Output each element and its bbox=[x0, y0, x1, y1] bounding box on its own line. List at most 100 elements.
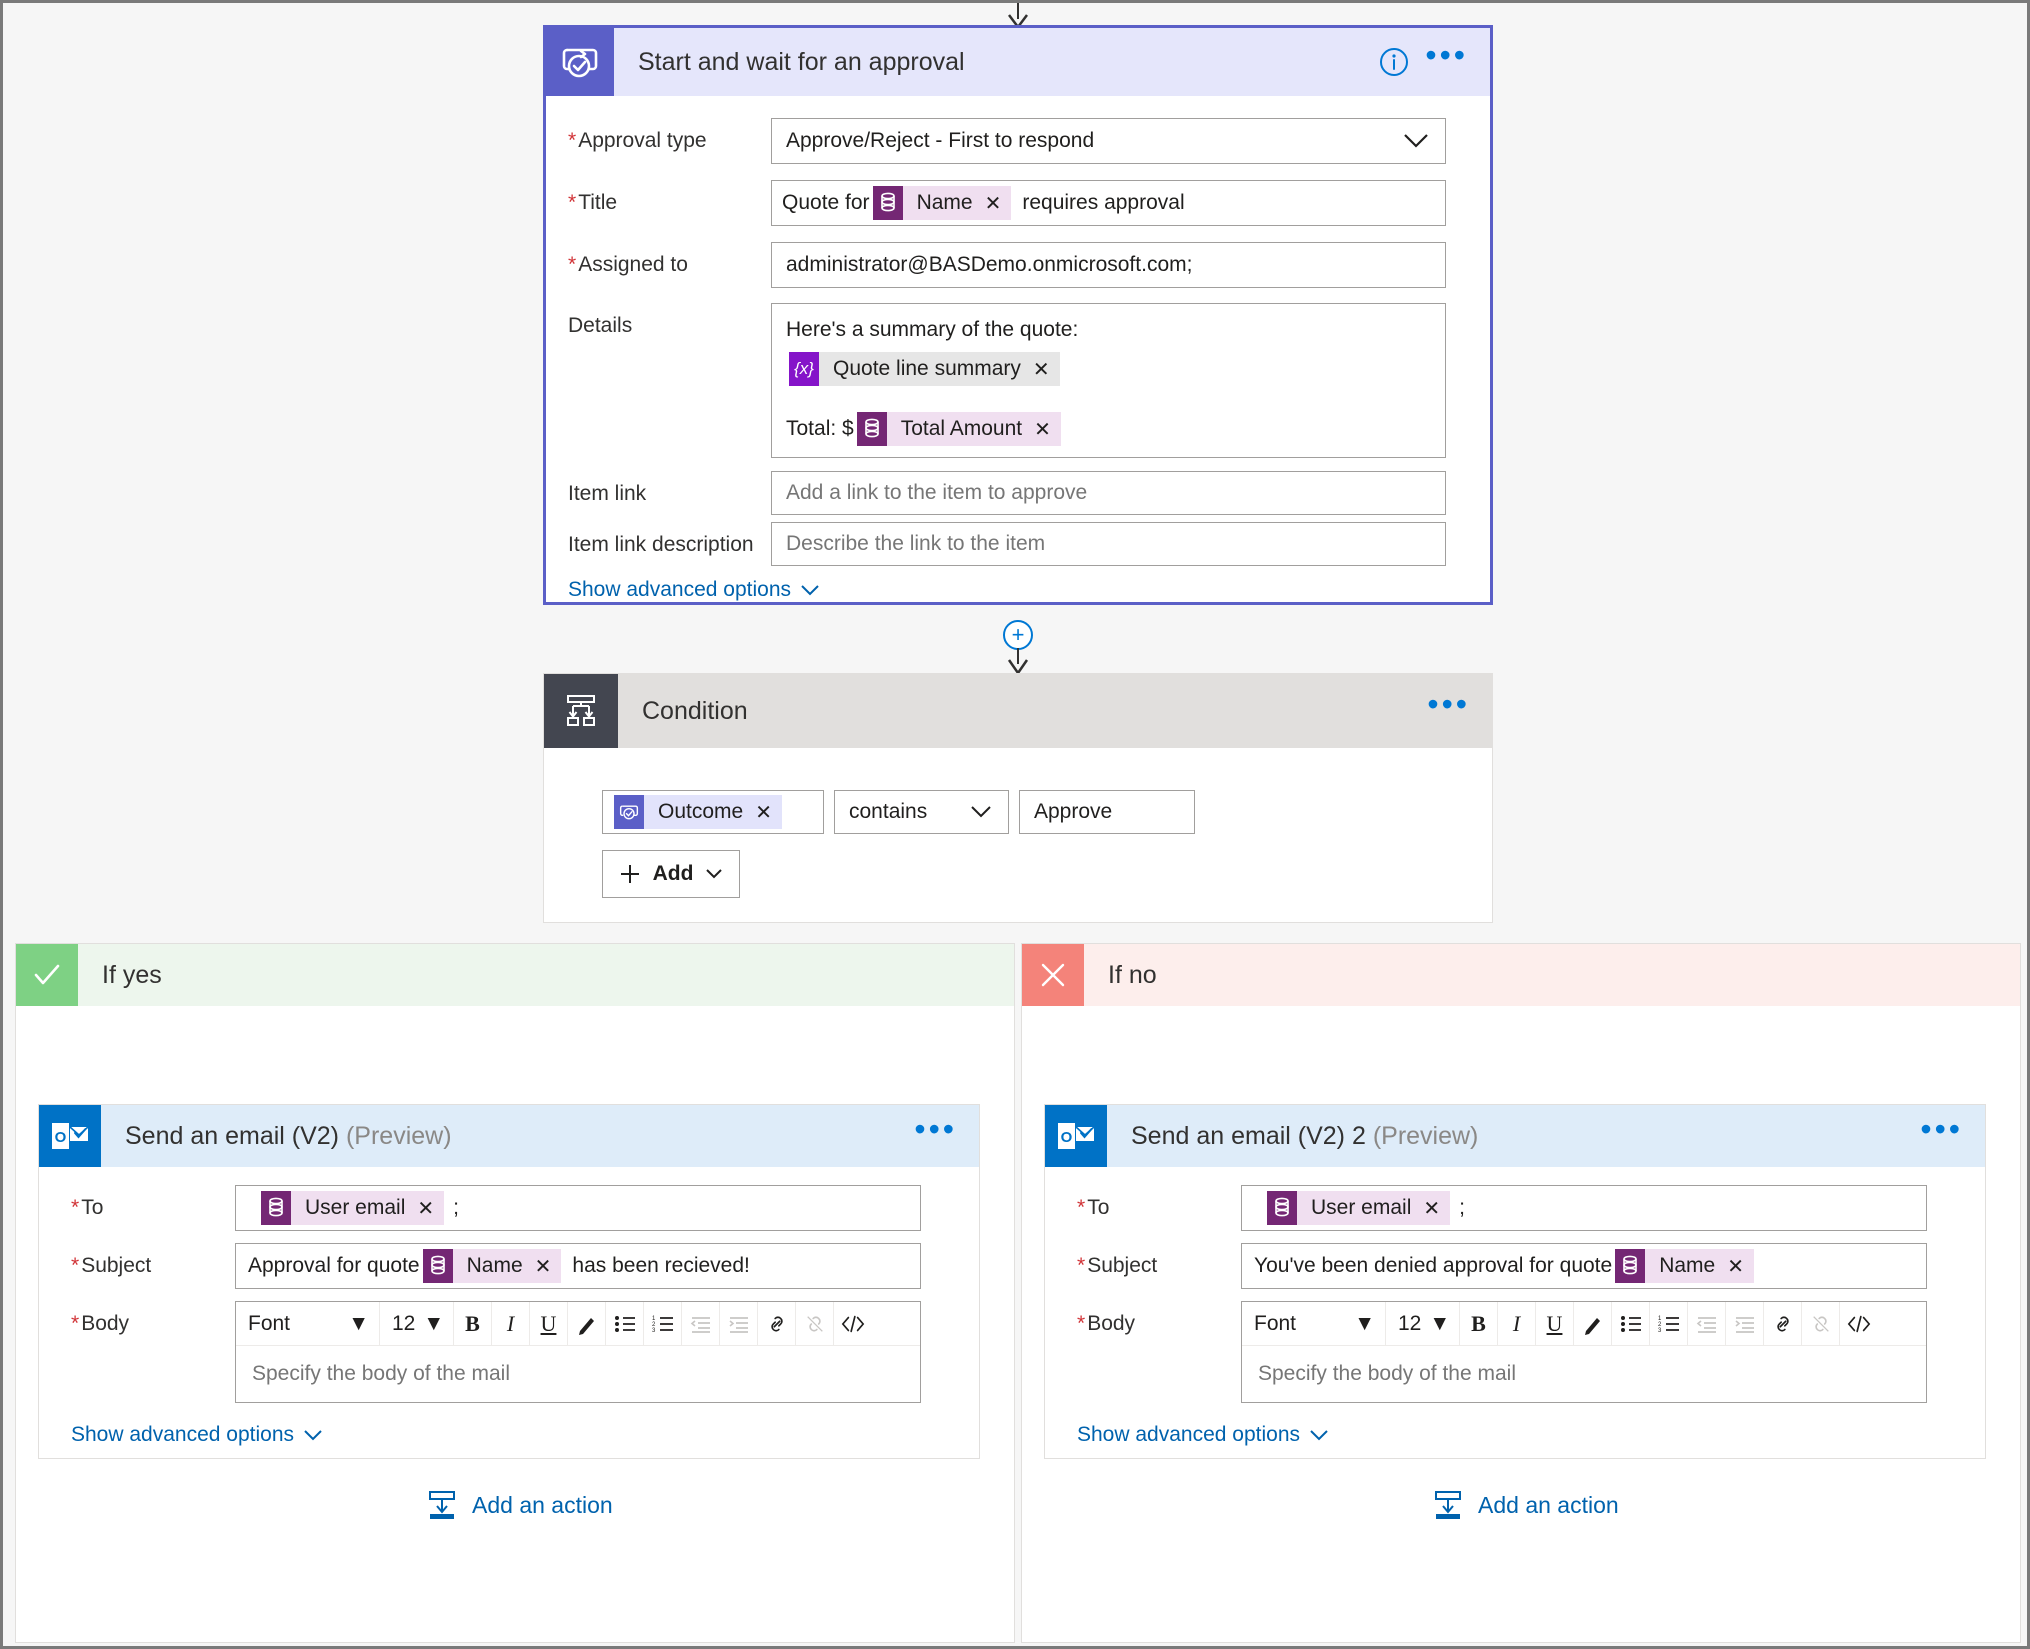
approval-type-select[interactable]: Approve/Reject - First to respond bbox=[771, 118, 1446, 164]
token-remove-button[interactable]: ✕ bbox=[755, 800, 772, 825]
token-remove-button[interactable]: ✕ bbox=[535, 1254, 552, 1279]
email-no-to-input[interactable]: User email ✕ ; bbox=[1241, 1185, 1927, 1231]
font-size-select[interactable]: 12 ▼ bbox=[1386, 1302, 1460, 1345]
email-yes-show-advanced-options-link[interactable]: Show advanced options bbox=[71, 1423, 323, 1447]
token-remove-button[interactable]: ✕ bbox=[1423, 1196, 1440, 1221]
token-user-email[interactable]: User email ✕ bbox=[261, 1191, 445, 1225]
token-name[interactable]: Name ✕ bbox=[422, 1249, 562, 1283]
condition-card-header[interactable]: Condition ••• bbox=[544, 674, 1492, 748]
code-view-icon[interactable] bbox=[1840, 1302, 1878, 1345]
details-line-2: Total: $ bbox=[786, 417, 854, 440]
send-email-no-header[interactable]: O Send an email (V2) 2 (Preview) ••• bbox=[1045, 1105, 1985, 1167]
approval-title-label: *Title bbox=[568, 191, 618, 214]
approval-title-input[interactable]: Quote for Name ✕ requires approval bbox=[771, 180, 1446, 226]
underline-icon[interactable]: U bbox=[1536, 1302, 1574, 1345]
approval-type-label: *Approval type bbox=[568, 129, 707, 152]
send-email-card-yes[interactable]: O Send an email (V2) (Preview) ••• *To U… bbox=[38, 1104, 980, 1459]
numbered-list-icon[interactable]: 123 bbox=[1650, 1302, 1688, 1345]
decrease-indent-icon[interactable] bbox=[682, 1302, 720, 1345]
item-link-description-label: Item link description bbox=[568, 533, 754, 556]
assigned-to-row: *Assigned to administrator@BASDemo.onmic… bbox=[546, 242, 1490, 288]
token-total-amount[interactable]: Total Amount ✕ bbox=[856, 412, 1061, 446]
bulleted-list-icon[interactable] bbox=[1612, 1302, 1650, 1345]
add-action-no-button[interactable]: Add an action bbox=[1432, 1489, 1619, 1521]
email-yes-to-input[interactable]: User email ✕ ; bbox=[235, 1185, 921, 1231]
condition-left-operand[interactable]: Outcome ✕ bbox=[602, 790, 824, 834]
details-input[interactable]: Here's a summary of the quote: {x} Quote… bbox=[771, 303, 1446, 458]
condition-right-value: Approve bbox=[1034, 800, 1113, 823]
bold-icon[interactable]: B bbox=[454, 1302, 492, 1345]
branch-if-no: If no O Send an email (V2) 2 (Preview) •… bbox=[1021, 943, 2021, 1643]
approval-more-options-button[interactable]: ••• bbox=[1425, 39, 1490, 76]
token-remove-button[interactable]: ✕ bbox=[985, 191, 1002, 216]
email-no-subject-input[interactable]: You've been denied approval for quote Na… bbox=[1241, 1243, 1927, 1289]
rich-text-toolbar[interactable]: Font ▼ 12 ▼ B I U 1 2 3 bbox=[1242, 1302, 1926, 1346]
item-link-row: Item link Add a link to the item to appr… bbox=[546, 471, 1490, 515]
condition-right-operand-input[interactable]: Approve bbox=[1019, 790, 1195, 834]
svg-text:3: 3 bbox=[652, 1328, 656, 1333]
details-label: Details bbox=[568, 314, 633, 337]
insert-step-button[interactable]: + bbox=[1003, 620, 1033, 650]
approval-action-card[interactable]: Start and wait for an approval ••• *Appr… bbox=[543, 25, 1493, 605]
text-color-icon[interactable] bbox=[1574, 1302, 1612, 1345]
email-no-show-advanced-options-link[interactable]: Show advanced options bbox=[1077, 1423, 1329, 1447]
increase-indent-icon[interactable] bbox=[720, 1302, 758, 1345]
token-user-email[interactable]: User email ✕ bbox=[1267, 1191, 1451, 1225]
add-action-no-label: Add an action bbox=[1478, 1491, 1619, 1518]
token-remove-button[interactable]: ✕ bbox=[1727, 1254, 1744, 1279]
token-remove-button[interactable]: ✕ bbox=[417, 1196, 434, 1221]
condition-add-button[interactable]: Add bbox=[602, 850, 740, 898]
svg-text:O: O bbox=[55, 1129, 67, 1146]
insert-link-icon[interactable] bbox=[1764, 1302, 1802, 1345]
chevron-down-icon bbox=[303, 1429, 323, 1442]
token-label: Name ✕ bbox=[1645, 1249, 1754, 1283]
token-remove-button[interactable]: ✕ bbox=[1034, 417, 1051, 442]
email-yes-body-editor[interactable]: Font ▼ 12 ▼ B I U 1 2 3 Specify the body… bbox=[235, 1301, 921, 1403]
email-yes-body-placeholder[interactable]: Specify the body of the mail bbox=[236, 1346, 920, 1402]
italic-icon[interactable]: I bbox=[492, 1302, 530, 1345]
info-icon[interactable] bbox=[1377, 45, 1411, 79]
token-label: User email ✕ bbox=[1297, 1191, 1451, 1225]
email-no-body-placeholder[interactable]: Specify the body of the mail bbox=[1242, 1346, 1926, 1402]
remove-link-icon[interactable] bbox=[1802, 1302, 1840, 1345]
token-outcome[interactable]: Outcome ✕ bbox=[614, 795, 782, 829]
add-action-yes-button[interactable]: Add an action bbox=[426, 1489, 613, 1521]
bold-icon[interactable]: B bbox=[1460, 1302, 1498, 1345]
condition-action-card[interactable]: Condition ••• Outcome ✕ contains Approve… bbox=[543, 673, 1493, 923]
approval-card-header[interactable]: Start and wait for an approval ••• bbox=[546, 28, 1490, 96]
send-email-yes-header[interactable]: O Send an email (V2) (Preview) ••• bbox=[39, 1105, 979, 1167]
font-size-select[interactable]: 12 ▼ bbox=[380, 1302, 454, 1345]
remove-link-icon[interactable] bbox=[796, 1302, 834, 1345]
font-family-select[interactable]: Font ▼ bbox=[1242, 1302, 1386, 1345]
condition-operator-select[interactable]: contains bbox=[834, 790, 1009, 834]
email-no-show-advanced-label: Show advanced options bbox=[1077, 1423, 1300, 1446]
token-remove-button[interactable]: ✕ bbox=[1033, 357, 1050, 382]
token-name[interactable]: Name ✕ bbox=[1615, 1249, 1754, 1283]
token-name[interactable]: Name ✕ bbox=[872, 186, 1012, 220]
send-email-yes-more-options-button[interactable]: ••• bbox=[914, 1113, 979, 1150]
email-yes-subject-input[interactable]: Approval for quote Name ✕ has been recie… bbox=[235, 1243, 921, 1289]
item-link-description-input[interactable]: Describe the link to the item bbox=[771, 522, 1446, 566]
numbered-list-icon[interactable]: 123 bbox=[644, 1302, 682, 1345]
underline-icon[interactable]: U bbox=[530, 1302, 568, 1345]
email-no-body-editor[interactable]: Font ▼ 12 ▼ B I U 1 2 3 Specify the body… bbox=[1241, 1301, 1927, 1403]
bulleted-list-icon[interactable] bbox=[606, 1302, 644, 1345]
condition-more-options-button[interactable]: ••• bbox=[1427, 688, 1492, 725]
send-email-card-no[interactable]: O Send an email (V2) 2 (Preview) ••• *To bbox=[1044, 1104, 1986, 1459]
text-color-icon[interactable] bbox=[568, 1302, 606, 1345]
send-email-no-more-options-button[interactable]: ••• bbox=[1920, 1113, 1985, 1150]
rich-text-toolbar[interactable]: Font ▼ 12 ▼ B I U 1 2 3 bbox=[236, 1302, 920, 1346]
italic-icon[interactable]: I bbox=[1498, 1302, 1536, 1345]
details-row: Details Here's a summary of the quote: {… bbox=[546, 303, 1490, 458]
add-action-icon bbox=[1432, 1489, 1464, 1521]
decrease-indent-icon[interactable] bbox=[1688, 1302, 1726, 1345]
increase-indent-icon[interactable] bbox=[1726, 1302, 1764, 1345]
assigned-to-input[interactable]: administrator@BASDemo.onmicrosoft.com; bbox=[771, 242, 1446, 288]
code-view-icon[interactable] bbox=[834, 1302, 872, 1345]
approval-show-advanced-options-link[interactable]: Show advanced options bbox=[568, 578, 820, 602]
email-no-subject-label: *Subject bbox=[1077, 1254, 1158, 1277]
insert-link-icon[interactable] bbox=[758, 1302, 796, 1345]
item-link-input[interactable]: Add a link to the item to approve bbox=[771, 471, 1446, 515]
font-family-select[interactable]: Font ▼ bbox=[236, 1302, 380, 1345]
token-quote-line-summary[interactable]: {x} Quote line summary ✕ bbox=[789, 352, 1060, 386]
